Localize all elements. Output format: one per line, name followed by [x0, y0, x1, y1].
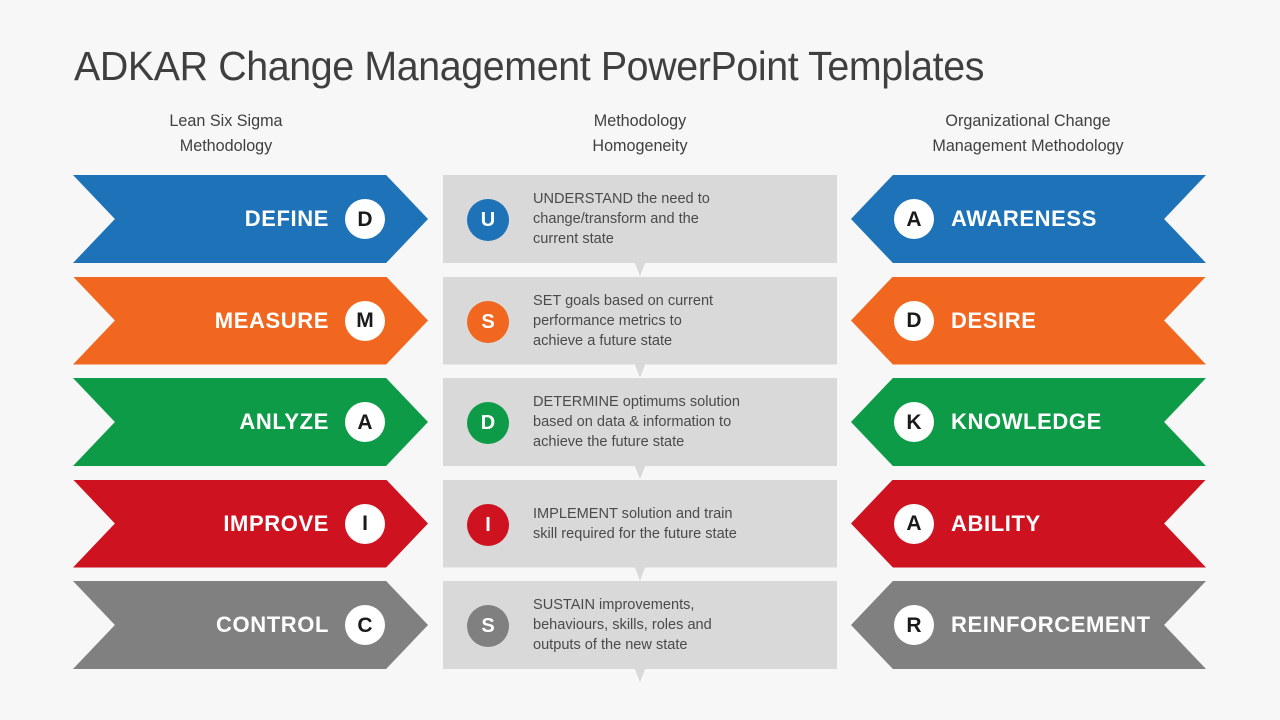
diagram-row: CONTROL C S SUSTAIN improvements, behaviours…: [0, 581, 1280, 682]
middle-description-text: SUSTAIN improvements, behaviours, skills,…: [533, 581, 814, 669]
middle-description-text: UNDERSTAND the need to change/transform a…: [533, 175, 814, 263]
middle-description-callout[interactable]: I IMPLEMENT solution and train skill requi…: [443, 479, 837, 581]
column-header-line1: Methodology: [593, 111, 687, 130]
right-stage-chevron[interactable]: R REINFORCEMENT: [851, 581, 1206, 669]
middle-description-line: achieve a future state: [533, 331, 673, 349]
column-header-line2: Methodology: [179, 136, 273, 155]
right-stage-label: AWARENESS: [951, 206, 1097, 231]
middle-description-line: current state: [533, 230, 614, 247]
left-stage-chevron[interactable]: ANLYZE A: [73, 378, 428, 466]
right-stage-initial-badge: A: [894, 503, 934, 544]
middle-description-text: DETERMINE optimums solution based on data…: [533, 378, 814, 466]
middle-initial-badge: D: [467, 402, 509, 444]
middle-initial-badge: U: [467, 199, 509, 241]
left-stage-initial-badge: I: [345, 503, 385, 544]
column-header-organizational-change-management: Organizational Change Management Methodo…: [860, 108, 1196, 158]
middle-description-line: outputs of the new state: [533, 636, 688, 653]
callout-pointer-icon: [612, 669, 668, 682]
middle-description-line: SET goals based on current: [533, 291, 714, 309]
column-header-line2: Management Methodology: [932, 136, 1124, 155]
right-stage-chevron[interactable]: D DESIRE: [851, 276, 1206, 365]
middle-description-line: behaviours, skills, roles and: [533, 616, 712, 633]
middle-initial-badge: S: [467, 300, 509, 343]
column-header-line2: Homogeneity: [592, 136, 688, 155]
left-stage-chevron[interactable]: DEFINE D: [73, 175, 428, 263]
right-stage-chevron[interactable]: K KNOWLEDGE: [851, 378, 1206, 466]
diagram-row: IMPROVE I I IMPLEMENT solution and train ski…: [0, 479, 1280, 581]
middle-description-line: DETERMINE optimums solution: [533, 393, 741, 410]
left-stage-initial-badge: D: [345, 199, 385, 239]
middle-description-line: IMPLEMENT solution and train: [533, 504, 733, 522]
middle-description-line: SUSTAIN improvements,: [533, 596, 695, 613]
column-header-line1: Organizational Change: [945, 111, 1111, 130]
middle-initial-badge: S: [467, 605, 509, 647]
middle-initial-badge: I: [467, 503, 509, 546]
left-stage-label: IMPROVE: [223, 510, 329, 536]
middle-description-callout[interactable]: S SET goals based on current performance m…: [443, 276, 837, 378]
left-stage-label: CONTROL: [216, 612, 329, 637]
middle-description-callout[interactable]: S SUSTAIN improvements, behaviours, skills…: [443, 581, 837, 682]
left-stage-chevron[interactable]: IMPROVE I: [73, 479, 428, 568]
right-stage-initial-badge: D: [894, 300, 934, 341]
left-stage-chevron[interactable]: CONTROL C: [73, 581, 428, 669]
diagram-row: DEFINE D U UNDERSTAND the need to change/tra…: [0, 175, 1280, 276]
right-stage-initial-badge: R: [894, 605, 934, 645]
right-stage-label: ABILITY: [951, 510, 1041, 536]
middle-description-callout[interactable]: U UNDERSTAND the need to change/transform …: [443, 175, 837, 276]
middle-description-line: performance metrics to: [533, 311, 682, 329]
callout-pointer-icon: [612, 364, 668, 378]
right-stage-label: DESIRE: [951, 307, 1037, 333]
middle-description-line: change/transform and the: [533, 210, 699, 227]
callout-pointer-icon: [612, 567, 668, 581]
middle-description-line: skill required for the future state: [533, 524, 737, 542]
middle-description-text: SET goals based on current performance me…: [533, 277, 814, 365]
left-stage-label: ANLYZE: [239, 409, 329, 434]
left-stage-label: MEASURE: [214, 307, 329, 333]
left-stage-chevron[interactable]: MEASURE M: [73, 276, 428, 365]
right-stage-label: REINFORCEMENT: [951, 612, 1151, 637]
callout-pointer-icon: [612, 466, 668, 479]
right-stage-initial-badge: K: [894, 402, 934, 442]
right-stage-chevron[interactable]: A AWARENESS: [851, 175, 1206, 263]
right-stage-initial-badge: A: [894, 199, 934, 239]
middle-description-callout[interactable]: D DETERMINE optimums solution based on dat…: [443, 378, 837, 479]
left-stage-initial-badge: C: [345, 605, 385, 645]
diagram-row: ANLYZE A D DETERMINE optimums solution based…: [0, 378, 1280, 479]
page-title: ADKAR Change Management PowerPoint Templ…: [74, 43, 985, 89]
middle-description-line: achieve the future state: [533, 433, 685, 450]
column-header-lean-six-sigma: Lean Six Sigma Methodology: [81, 108, 372, 158]
middle-description-text: IMPLEMENT solution and train skill requir…: [533, 480, 814, 568]
left-stage-initial-badge: M: [345, 300, 385, 341]
diagram-row: MEASURE M S SET goals based on current perfo…: [0, 276, 1280, 378]
left-stage-label: DEFINE: [244, 206, 329, 231]
column-header-methodology-homogeneity: Methodology Homogeneity: [453, 108, 827, 158]
middle-description-line: UNDERSTAND the need to: [533, 190, 710, 207]
middle-description-line: based on data & information to: [533, 413, 732, 430]
slide-canvas: ADKAR Change Management PowerPoint Templ…: [0, 0, 1280, 720]
right-stage-chevron[interactable]: A ABILITY: [851, 479, 1206, 568]
right-stage-label: KNOWLEDGE: [951, 409, 1102, 434]
column-header-line1: Lean Six Sigma: [169, 111, 283, 130]
left-stage-initial-badge: A: [345, 402, 385, 442]
callout-pointer-icon: [612, 263, 668, 276]
